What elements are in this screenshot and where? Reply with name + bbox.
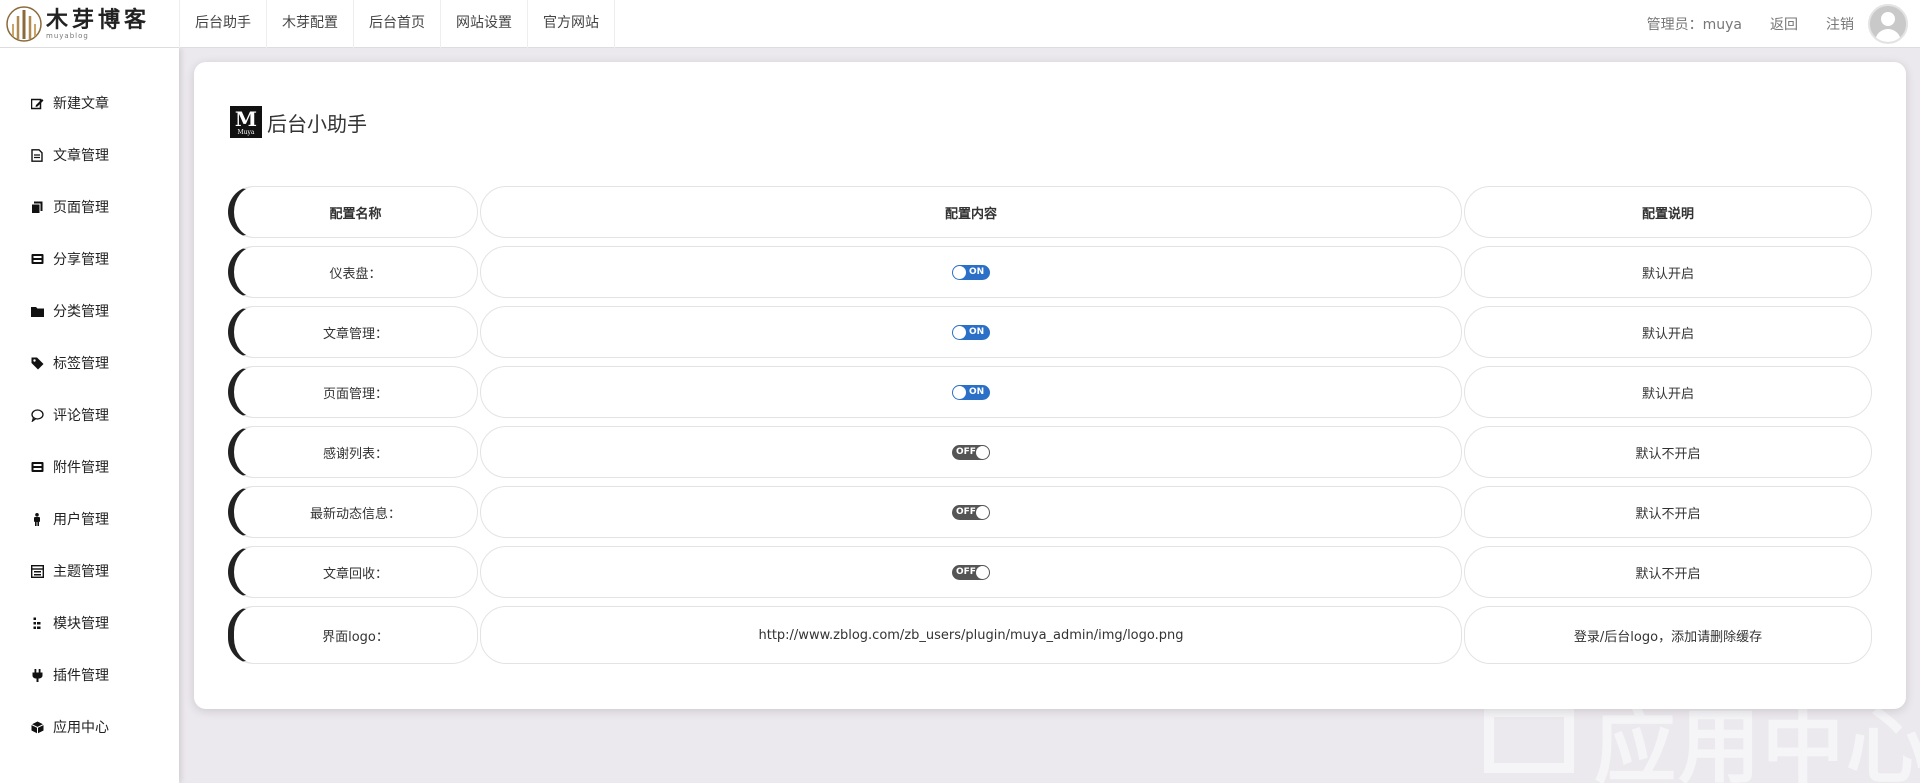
pencil-square-icon	[30, 96, 44, 110]
nav-site-settings[interactable]: 网站设置	[441, 0, 528, 48]
nav-muya-config[interactable]: 木芽配置	[267, 0, 354, 48]
nav-backend-helper[interactable]: 后台助手	[180, 0, 267, 48]
cube-icon	[30, 720, 44, 734]
file-text-icon	[30, 148, 44, 162]
top-header: 木芽博客 muyablog 后台助手 木芽配置 后台首页 网站设置 官方网站 管…	[0, 0, 1920, 48]
sidebar-item-label: 新建文章	[53, 96, 109, 112]
logout-link[interactable]: 注销	[1826, 14, 1854, 34]
table-row: 页面管理： ON 默认开启	[228, 366, 1872, 418]
nav-backend-home[interactable]: 后台首页	[354, 0, 441, 48]
sidebar-item-label: 标签管理	[53, 356, 109, 372]
table-row: 界面logo： http://www.zblog.com/zb_users/pl…	[228, 606, 1872, 664]
sidebar-item-attachment-manage[interactable]: 附件管理	[0, 441, 179, 493]
config-table: 配置名称 配置内容 配置说明 仪表盘： ON 默认开启 文章管理： ON 默认开…	[228, 186, 1872, 672]
card-title: M Muya 后台小助手	[230, 106, 367, 138]
module-icon	[30, 616, 44, 630]
article-manage-toggle[interactable]: ON	[952, 324, 990, 340]
header-config-name: 配置名称	[228, 186, 478, 238]
table-row: 最新动态信息： OFF 默认不开启	[228, 486, 1872, 538]
sidebar-item-label: 分类管理	[53, 304, 109, 320]
table-row: 仪表盘： ON 默认开启	[228, 246, 1872, 298]
sidebar-item-label: 模块管理	[53, 616, 109, 632]
folder-icon	[30, 304, 44, 318]
watermark-box-icon	[1484, 706, 1574, 773]
row-name: 最新动态信息：	[228, 486, 478, 538]
site-logo[interactable]: 木芽博客 muyablog	[0, 0, 180, 48]
sidebar-item-category-manage[interactable]: 分类管理	[0, 285, 179, 337]
sidebar-item-article-manage[interactable]: 文章管理	[0, 129, 179, 181]
sidebar-item-page-manage[interactable]: 页面管理	[0, 181, 179, 233]
logo-url-field[interactable]: http://www.zblog.com/zb_users/plugin/muy…	[480, 606, 1462, 664]
table-row: 文章管理： ON 默认开启	[228, 306, 1872, 358]
table-header: 配置名称 配置内容 配置说明	[228, 186, 1872, 238]
sidebar-item-label: 主题管理	[53, 564, 109, 580]
latest-news-toggle[interactable]: OFF	[952, 504, 990, 520]
share-box-icon	[30, 252, 44, 266]
sidebar-item-label: 附件管理	[53, 460, 109, 476]
row-name: 仪表盘：	[228, 246, 478, 298]
page-manage-toggle[interactable]: ON	[952, 384, 990, 400]
back-link[interactable]: 返回	[1770, 14, 1798, 34]
header-config-content: 配置内容	[480, 186, 1462, 238]
table-row: 文章回收： OFF 默认不开启	[228, 546, 1872, 598]
sidebar-item-label: 用户管理	[53, 512, 109, 528]
row-name: 感谢列表：	[228, 426, 478, 478]
comment-icon	[30, 408, 44, 422]
sidebar: 新建文章 文章管理 页面管理 分享管理 分类管理 标签管理 评论管理 附件管理 …	[0, 48, 179, 783]
row-desc: 默认开启	[1464, 306, 1872, 358]
page-title: 后台小助手	[267, 111, 367, 136]
helper-card: M Muya 后台小助手 配置名称 配置内容 配置说明 仪表盘： ON 默认开启…	[194, 62, 1906, 709]
row-name: 页面管理：	[228, 366, 478, 418]
row-desc: 默认不开启	[1464, 546, 1872, 598]
article-recycle-toggle[interactable]: OFF	[952, 564, 990, 580]
row-desc: 默认不开启	[1464, 426, 1872, 478]
top-nav: 后台助手 木芽配置 后台首页 网站设置 官方网站	[180, 0, 615, 48]
row-desc: 默认开启	[1464, 366, 1872, 418]
sidebar-item-label: 评论管理	[53, 408, 109, 424]
thanks-list-toggle[interactable]: OFF	[952, 444, 990, 460]
sidebar-item-label: 应用中心	[53, 720, 109, 736]
admin-label[interactable]: 管理员：muya	[1647, 14, 1742, 34]
plug-icon	[30, 668, 44, 682]
logo-subtitle: muyablog	[46, 31, 89, 40]
row-name: 文章回收：	[228, 546, 478, 598]
avatar[interactable]	[1868, 3, 1908, 44]
sidebar-item-label: 页面管理	[53, 200, 109, 216]
sidebar-item-comment-manage[interactable]: 评论管理	[0, 389, 179, 441]
user-icon	[30, 512, 44, 526]
sidebar-item-label: 插件管理	[53, 668, 109, 684]
sidebar-item-label: 文章管理	[53, 148, 109, 164]
muya-m-logo: M Muya	[230, 106, 262, 138]
tag-icon	[30, 356, 44, 370]
sidebar-item-theme-manage[interactable]: 主题管理	[0, 545, 179, 597]
row-name: 界面logo：	[228, 606, 478, 664]
row-name: 文章管理：	[228, 306, 478, 358]
sidebar-item-label: 分享管理	[53, 252, 109, 268]
row-desc: 默认不开启	[1464, 486, 1872, 538]
sidebar-item-new-article[interactable]: 新建文章	[0, 77, 179, 129]
row-desc: 登录/后台logo，添加请删除缓存	[1464, 606, 1872, 664]
sidebar-item-user-manage[interactable]: 用户管理	[0, 493, 179, 545]
header-config-desc: 配置说明	[1464, 186, 1872, 238]
logo-title: 木芽博客	[46, 6, 151, 33]
copy-icon	[30, 200, 44, 214]
dashboard-toggle[interactable]: ON	[952, 264, 990, 280]
table-row: 感谢列表： OFF 默认不开启	[228, 426, 1872, 478]
attachment-box-icon	[30, 460, 44, 474]
sidebar-item-tag-manage[interactable]: 标签管理	[0, 337, 179, 389]
sidebar-item-app-center[interactable]: 应用中心	[0, 701, 179, 753]
sprout-logo-icon	[6, 5, 42, 42]
sidebar-item-share-manage[interactable]: 分享管理	[0, 233, 179, 285]
nav-official-site[interactable]: 官方网站	[528, 0, 615, 48]
sidebar-item-module-manage[interactable]: 模块管理	[0, 597, 179, 649]
row-desc: 默认开启	[1464, 246, 1872, 298]
theme-icon	[30, 564, 44, 578]
sidebar-item-plugin-manage[interactable]: 插件管理	[0, 649, 179, 701]
